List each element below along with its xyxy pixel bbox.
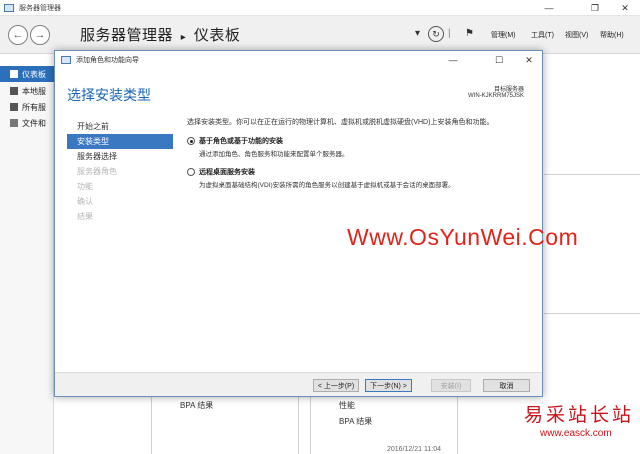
sidebar-item-file-services[interactable]: 文件和 [0,115,54,131]
sidebar-item-label: 仪表板 [22,69,46,79]
wizard-nav: 开始之前 安装类型 服务器选择 服务器角色 功能 确认 结果 [67,119,173,224]
tile-item-bpa[interactable]: BPA 结果 [180,400,213,411]
target-server-name: WIN-KJKRRM75JSK [467,93,524,99]
wizard-footer: < 上一步(P) 下一步(N) > 安装(I) 取消 [55,372,542,396]
sidebar-item-label: 文件和 [22,118,46,128]
breadcrumb: 服务器管理器 ▸ 仪表板 [80,24,240,45]
nav-item-installation-type[interactable]: 安装类型 [67,134,173,149]
arrow-right-icon: → [34,29,46,41]
breadcrumb-app: 服务器管理器 [80,27,174,44]
dashboard-tile-left: BPA 结果 [151,394,299,454]
sidebar-item-dashboard[interactable]: 仪表板 [0,66,54,82]
option-description: 通过添加角色、角色服务和功能来配置单个服务器。 [199,151,349,158]
server-manager-sidebar: 仪表板 本地服 所有服 文件和 [0,66,54,454]
breadcrumb-page: 仪表板 [193,27,241,44]
wizard-body: 选择安装类型。你可以在正在运行的物理计算机、虚拟机或脱机虚拟硬盘(VHD)上安装… [187,117,532,198]
wizard-titlebar: 添加角色和功能向导 [55,51,542,69]
option-role-based[interactable]: 基于角色或基于功能的安装 通过添加角色、角色服务和功能来配置单个服务器。 [187,136,532,158]
wizard-window-title: 添加角色和功能向导 [76,57,139,64]
server-manager-window-title: 服务器管理器 [19,4,61,12]
maximize-icon[interactable]: ❐ [582,0,608,16]
wizard-minimize-icon[interactable]: — [441,53,465,67]
menu-manage[interactable]: 管理(M) [491,30,516,40]
menu-tools[interactable]: 工具(T) [531,30,554,40]
breadcrumb-separator: ▸ [180,32,187,43]
sidebar-item-all-servers[interactable]: 所有服 [0,99,54,115]
target-server-label: 目标服务器 [493,87,524,93]
sidebar-item-label: 所有服 [22,102,46,112]
wizard-app-icon [61,56,71,64]
watermark-osyunwei: Www.OsYunWei.Com [347,224,579,250]
notifications-flag-icon[interactable]: ⚑ [465,28,474,39]
close-icon[interactable]: ✕ [612,0,638,16]
option-remote-desktop[interactable]: 远程桌面服务安装 为虚拟桌面基础结构(VDI)安装所需的角色服务以创建基于虚拟机… [187,167,532,189]
nav-item-confirmation: 确认 [77,197,93,206]
dashboard-tile-middle: 性能 BPA 结果 2016/12/21 11:04 [310,394,458,454]
nav-item-server-selection[interactable]: 服务器选择 [67,149,173,164]
tile-item-performance[interactable]: 性能 [339,400,355,411]
page-title: 选择安装类型 [67,87,151,103]
server-manager-header: ← → 服务器管理器 ▸ 仪表板 ▾ ↻ | ⚑ 管理(M) 工具(T) 视图(… [0,16,640,54]
forward-button[interactable]: → [30,25,50,45]
arrow-left-icon: ← [12,29,24,41]
wizard-close-icon[interactable]: ✕ [517,53,541,67]
watermark-site-url: www.easck.com [540,428,612,439]
radio-role-based[interactable] [187,137,195,145]
nav-item-before-you-begin[interactable]: 开始之前 [67,119,173,134]
next-button[interactable]: 下一步(N) > [365,379,412,392]
back-button[interactable]: ← [8,25,28,45]
server-manager-app-icon [4,3,14,12]
minimize-icon[interactable]: — [536,0,562,16]
servers-icon [10,103,18,111]
files-icon [10,119,18,127]
page-description: 选择安装类型。你可以在正在运行的物理计算机、虚拟机或脱机虚拟硬盘(VHD)上安装… [187,119,494,126]
install-button: 安装(I) [431,379,471,392]
server-icon [10,87,18,95]
previous-button[interactable]: < 上一步(P) [313,379,359,392]
option-label: 远程桌面服务安装 [199,169,255,176]
nav-item-results: 结果 [77,212,93,221]
tile-item-bpa[interactable]: BPA 结果 [339,416,372,427]
option-description: 为虚拟桌面基础结构(VDI)安装所需的角色服务以创建基于虚拟机或基于会话的桌面部… [199,182,455,189]
dropdown-icon[interactable]: ▾ [415,28,420,39]
separator: | [448,28,451,39]
wizard-maximize-icon[interactable]: ☐ [487,53,511,67]
sidebar-item-label: 本地服 [22,86,46,96]
watermark-site-name: 易采站长站 [524,404,635,426]
nav-item-features: 功能 [77,182,93,191]
dashboard-icon [10,70,18,78]
nav-item-server-roles: 服务器角色 [77,167,117,176]
tile-timestamp: 2016/12/21 11:04 [387,446,441,453]
cancel-button[interactable]: 取消 [483,379,530,392]
radio-remote-desktop[interactable] [187,168,195,176]
menu-help[interactable]: 帮助(H) [600,30,624,40]
refresh-icon[interactable]: ↻ [428,26,444,42]
menu-view[interactable]: 视图(V) [565,30,588,40]
sidebar-item-local-server[interactable]: 本地服 [0,83,54,99]
option-label: 基于角色或基于功能的安装 [199,138,283,145]
